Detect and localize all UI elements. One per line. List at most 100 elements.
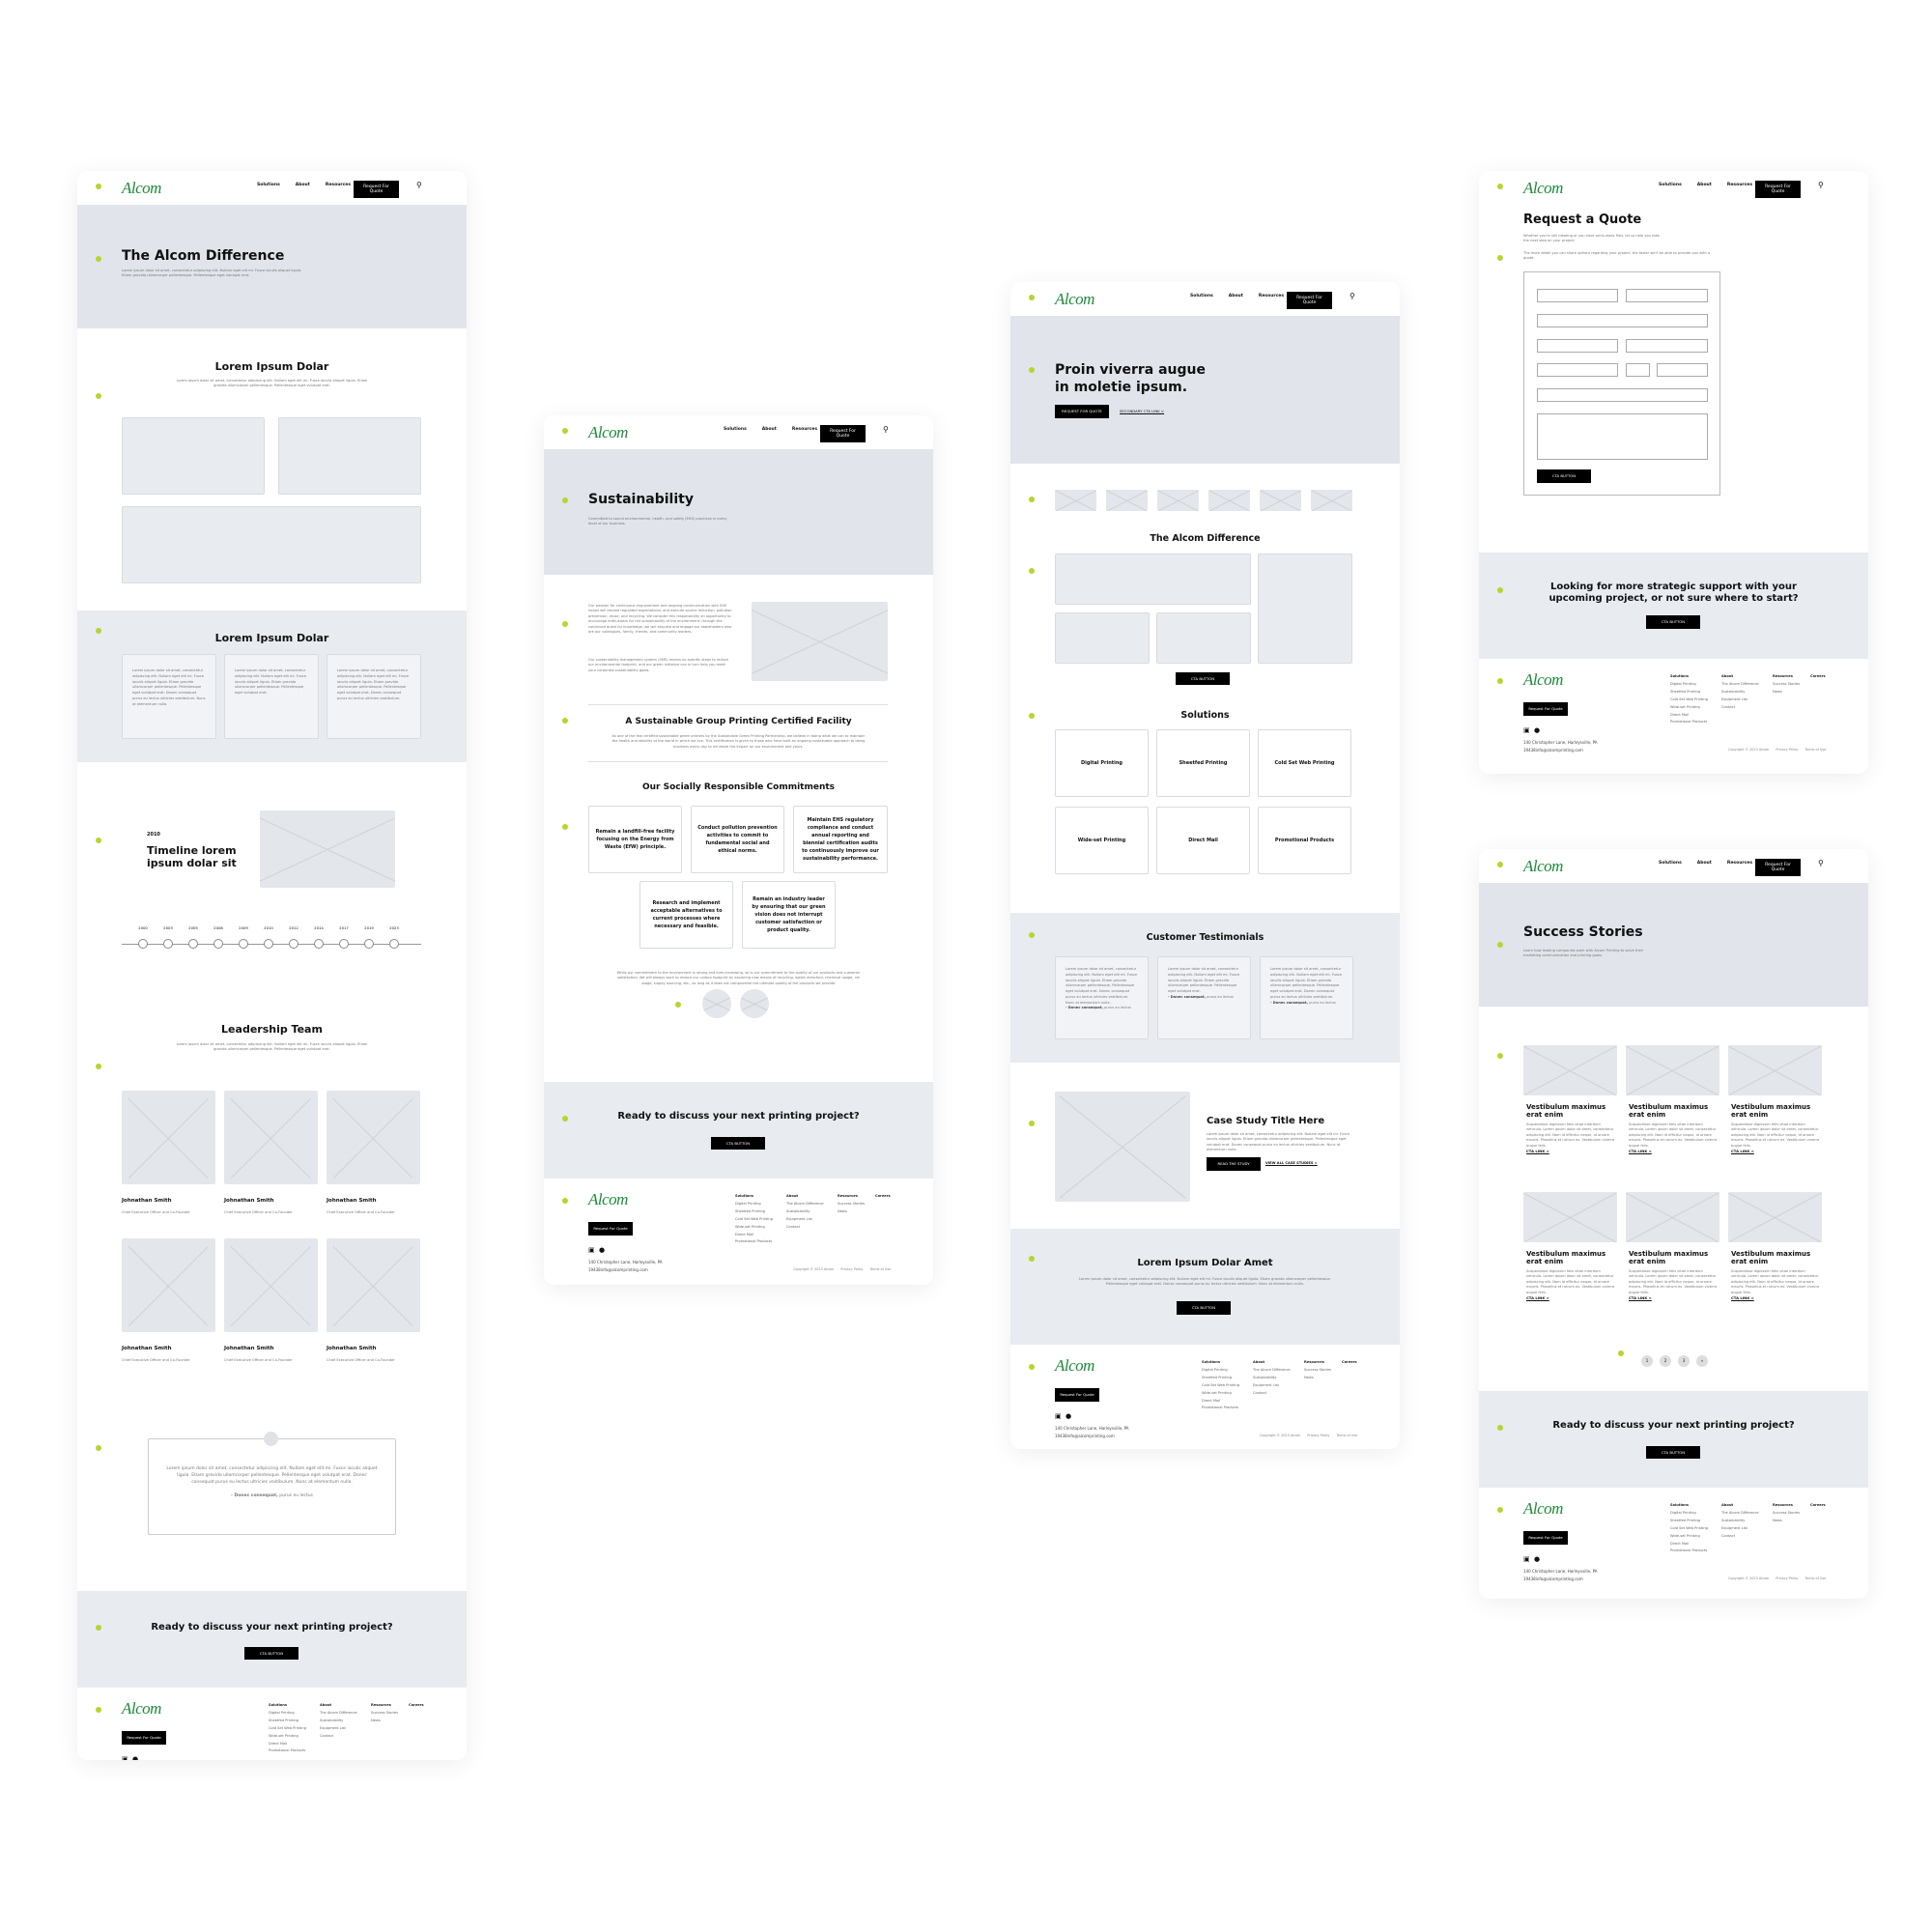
footer-link[interactable]: Sheetfed Printing <box>1670 690 1700 694</box>
footer-logo[interactable]: Alcom <box>1523 1499 1563 1519</box>
nav-link-resources[interactable]: Resources <box>326 183 351 187</box>
footer-logo[interactable]: Alcom <box>1055 1356 1094 1376</box>
footer-link[interactable]: Wide-set Printing <box>1670 1534 1700 1538</box>
footer-link[interactable]: Direct Mail <box>1670 1542 1689 1546</box>
footer-column-title[interactable]: Solutions <box>269 1703 287 1707</box>
footer-link[interactable]: Equipment List <box>1253 1383 1279 1387</box>
request-quote-button[interactable]: Request For Quote <box>354 181 399 198</box>
solution-card[interactable]: Promotional Products <box>1258 807 1351 874</box>
footer-column-title[interactable]: Careers <box>1342 1360 1357 1364</box>
read-study-button[interactable]: READ THE STUDY <box>1207 1157 1261 1171</box>
footer-link[interactable]: Sheetfed Printing <box>1670 1519 1700 1522</box>
footer-quote-button[interactable]: Request For Quote <box>588 1222 633 1236</box>
footer-link[interactable]: Success Stories <box>1304 1368 1331 1372</box>
facebook-icon[interactable]: ● <box>1534 726 1540 734</box>
timeline-node[interactable] <box>138 939 148 949</box>
footer-link[interactable]: News <box>1773 690 1782 694</box>
facebook-icon[interactable]: ● <box>132 1755 138 1760</box>
nav-link-resources[interactable]: Resources <box>1727 861 1752 866</box>
footer-link[interactable]: Wide-set Printing <box>1202 1391 1232 1395</box>
legal-link[interactable]: Privacy Policy <box>1776 1577 1798 1580</box>
story-cta-link[interactable]: CTA LINK > <box>1731 1295 1754 1300</box>
linkedin-icon[interactable]: ▣ <box>1523 1555 1530 1563</box>
footer-column-title[interactable]: Resources <box>1304 1360 1324 1364</box>
company-field[interactable] <box>1537 314 1708 327</box>
footer-link[interactable]: Equipment List <box>786 1217 812 1221</box>
nav-link-solutions[interactable]: Solutions <box>1659 861 1682 866</box>
footer-column-title[interactable]: Resources <box>838 1194 858 1198</box>
timeline-node[interactable] <box>213 939 223 949</box>
timeline-year-label[interactable]: 2009 <box>234 925 253 930</box>
footer-link[interactable]: News <box>371 1719 381 1722</box>
footer-column-title[interactable]: Careers <box>1810 674 1826 678</box>
legal-link[interactable]: Terms of Use <box>1804 1577 1826 1580</box>
timeline-year-label[interactable]: 2000 <box>133 925 153 930</box>
request-quote-button[interactable]: Request For Quote <box>1287 292 1332 309</box>
footer-link[interactable]: Digital Printing <box>269 1711 295 1715</box>
nav-link-resources[interactable]: Resources <box>1727 183 1752 187</box>
footer-link[interactable]: Cold Set Web Printing <box>1670 1526 1708 1530</box>
footer-link[interactable]: Success Stories <box>838 1202 865 1206</box>
search-icon[interactable]: ⚲ <box>1818 181 1824 189</box>
footer-link[interactable]: Cold Set Web Printing <box>1202 1383 1239 1387</box>
facebook-icon[interactable]: ● <box>599 1246 605 1254</box>
footer-link[interactable]: Contact <box>786 1225 800 1229</box>
nav-link-resources[interactable]: Resources <box>792 427 817 432</box>
footer-link[interactable]: Cold Set Web Printing <box>269 1726 306 1730</box>
story-cta-link[interactable]: CTA LINK > <box>1526 1295 1549 1300</box>
footer-link[interactable]: Promotional Products <box>269 1748 305 1752</box>
footer-link[interactable]: Cold Set Web Printing <box>1670 697 1708 701</box>
timeline-year-label[interactable]: 2005 <box>184 925 203 930</box>
footer-link[interactable]: Promotional Products <box>1670 1548 1707 1552</box>
first-name-field[interactable] <box>1537 289 1618 302</box>
timeline-node[interactable] <box>389 939 399 949</box>
timeline-year-label[interactable]: 2008 <box>209 925 228 930</box>
logo[interactable]: Alcom <box>1523 857 1563 876</box>
footer-column-title[interactable]: Resources <box>1773 674 1793 678</box>
timeline-node[interactable] <box>364 939 374 949</box>
footer-column-title[interactable]: Solutions <box>1202 1360 1220 1364</box>
footer-link[interactable]: Contact <box>320 1734 333 1738</box>
footer-column-title[interactable]: About <box>1253 1360 1264 1364</box>
footer-link[interactable]: The Alcom Difference <box>1253 1368 1291 1372</box>
footer-link[interactable]: Cold Set Web Printing <box>735 1217 773 1221</box>
cta-button[interactable]: CTA BUTTON <box>1177 1301 1231 1315</box>
phone-field[interactable] <box>1626 339 1708 353</box>
nav-link-about[interactable]: About <box>762 427 777 432</box>
footer-link[interactable]: Promotional Products <box>1202 1406 1238 1409</box>
nav-link-solutions[interactable]: Solutions <box>257 183 280 187</box>
city-field[interactable] <box>1537 363 1618 377</box>
linkedin-icon[interactable]: ▣ <box>588 1246 595 1254</box>
footer-link[interactable]: Direct Mail <box>735 1233 753 1236</box>
nav-link-about[interactable]: About <box>1697 183 1712 187</box>
footer-column-title[interactable]: About <box>320 1703 331 1707</box>
timeline-node[interactable] <box>188 939 198 949</box>
footer-column-title[interactable]: Resources <box>1773 1503 1793 1507</box>
footer-quote-button[interactable]: Request For Quote <box>1055 1388 1099 1402</box>
zip-field[interactable] <box>1657 363 1708 377</box>
view-case-studies-link[interactable]: VIEW ALL CASE STUDIES > <box>1265 1161 1318 1165</box>
page-button[interactable]: 2 <box>1660 1355 1671 1367</box>
footer-link[interactable]: News <box>838 1209 847 1213</box>
footer-link[interactable]: Sustainability <box>786 1209 810 1213</box>
timeline-year-label[interactable]: 2017 <box>334 925 354 930</box>
footer-link[interactable]: Success Stories <box>371 1711 398 1715</box>
footer-link[interactable]: Success Stories <box>1773 1511 1800 1515</box>
footer-link[interactable]: Contact <box>1721 705 1735 709</box>
cta-button[interactable]: CTA BUTTON <box>1176 672 1230 685</box>
footer-link[interactable]: Sheetfed Printing <box>1202 1376 1232 1379</box>
footer-column-title[interactable]: About <box>1721 1503 1733 1507</box>
nav-link-about[interactable]: About <box>1697 861 1712 866</box>
request-quote-button[interactable]: Request For Quote <box>820 425 866 442</box>
facebook-icon[interactable]: ● <box>1534 1555 1540 1563</box>
footer-logo[interactable]: Alcom <box>122 1699 161 1719</box>
nav-link-resources[interactable]: Resources <box>1259 294 1284 298</box>
footer-link[interactable]: The Alcom Difference <box>1721 1511 1759 1515</box>
footer-column-title[interactable]: Solutions <box>735 1194 753 1198</box>
request-quote-button[interactable]: Request For Quote <box>1755 181 1801 198</box>
footer-link[interactable]: Digital Printing <box>1670 1511 1696 1515</box>
footer-link[interactable]: The Alcom Difference <box>320 1711 357 1715</box>
footer-link[interactable]: News <box>1773 1519 1782 1522</box>
legal-link[interactable]: Privacy Policy <box>840 1267 863 1271</box>
footer-link[interactable]: Equipment List <box>1721 697 1747 701</box>
